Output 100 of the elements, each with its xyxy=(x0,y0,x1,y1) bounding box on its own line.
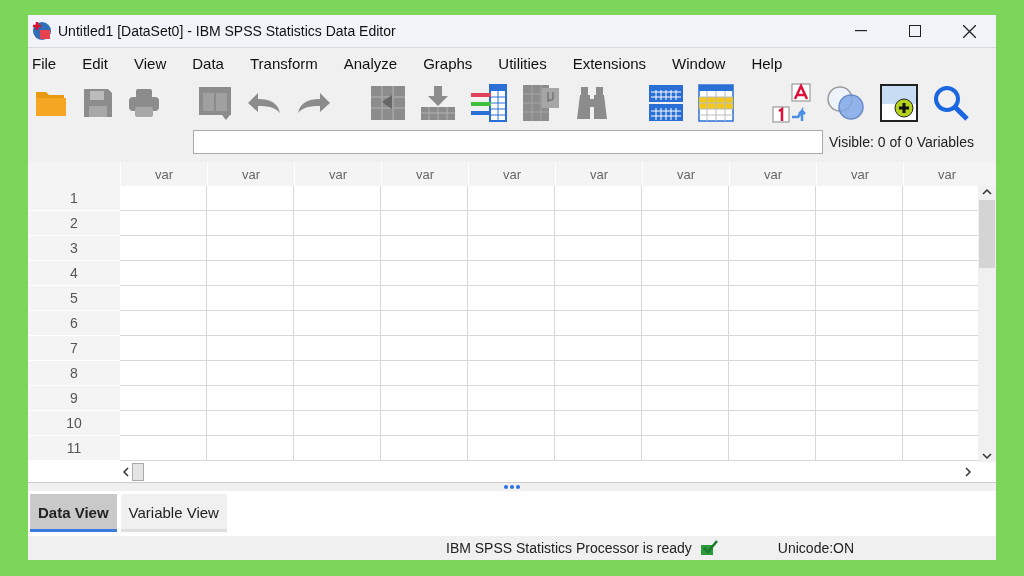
table-cell[interactable] xyxy=(468,411,555,437)
table-cell[interactable] xyxy=(120,236,207,262)
table-cell[interactable] xyxy=(816,336,903,362)
row-number[interactable]: 7 xyxy=(28,336,120,362)
row-number[interactable]: 4 xyxy=(28,261,120,287)
row-number[interactable]: 5 xyxy=(28,286,120,312)
table-cell[interactable] xyxy=(294,411,381,437)
table-cell[interactable] xyxy=(120,211,207,237)
table-cell[interactable] xyxy=(555,361,642,387)
splitter-handle-icon[interactable] xyxy=(504,485,520,490)
table-cell[interactable] xyxy=(120,361,207,387)
table-cell[interactable] xyxy=(120,386,207,412)
table-cell[interactable] xyxy=(294,211,381,237)
table-cell[interactable] xyxy=(729,336,816,362)
scroll-thumb[interactable] xyxy=(979,200,995,269)
table-cell[interactable] xyxy=(381,411,468,437)
view-tab[interactable]: Variable View xyxy=(120,494,227,533)
search-icon[interactable] xyxy=(932,83,970,122)
table-cell[interactable] xyxy=(816,286,903,312)
table-cell[interactable] xyxy=(381,261,468,287)
menu-item[interactable]: Utilities xyxy=(496,55,561,73)
row-number[interactable]: 3 xyxy=(28,236,120,262)
menu-item[interactable]: Help xyxy=(749,55,797,73)
table-cell[interactable] xyxy=(468,186,555,212)
table-cell[interactable] xyxy=(468,236,555,262)
table-cell[interactable] xyxy=(381,186,468,212)
menu-item[interactable]: File xyxy=(30,55,71,73)
table-cell[interactable] xyxy=(381,236,468,262)
table-cell[interactable] xyxy=(207,361,294,387)
menu-item[interactable]: Analyze xyxy=(341,55,412,73)
table-cell[interactable] xyxy=(642,186,729,212)
table-cell[interactable] xyxy=(207,436,294,462)
table-cell[interactable] xyxy=(642,386,729,412)
menu-item[interactable]: Extensions xyxy=(570,55,661,73)
scroll-thumb[interactable] xyxy=(132,463,144,482)
table-cell[interactable] xyxy=(816,436,903,462)
menu-item[interactable]: Window xyxy=(670,55,740,73)
table-cell[interactable] xyxy=(294,336,381,362)
row-number[interactable]: 1 xyxy=(28,186,120,212)
table-cell[interactable] xyxy=(816,261,903,287)
table-cell[interactable] xyxy=(729,361,816,387)
table-cell[interactable] xyxy=(381,361,468,387)
table-cell[interactable] xyxy=(642,236,729,262)
table-cell[interactable] xyxy=(381,336,468,362)
row-number[interactable]: 9 xyxy=(28,386,120,412)
table-cell[interactable] xyxy=(642,336,729,362)
table-cell[interactable] xyxy=(642,211,729,237)
table-cell[interactable] xyxy=(294,386,381,412)
table-cell[interactable] xyxy=(207,211,294,237)
table-cell[interactable] xyxy=(555,236,642,262)
table-cell[interactable] xyxy=(207,261,294,287)
row-number[interactable]: 6 xyxy=(28,311,120,337)
table-cell[interactable] xyxy=(294,236,381,262)
table-cell[interactable] xyxy=(642,311,729,337)
table-cell[interactable] xyxy=(729,236,816,262)
table-cell[interactable] xyxy=(207,336,294,362)
row-number[interactable]: 10 xyxy=(28,411,120,437)
table-cell[interactable] xyxy=(555,436,642,462)
table-cell[interactable] xyxy=(381,386,468,412)
table-cell[interactable] xyxy=(555,261,642,287)
table-cell[interactable] xyxy=(120,336,207,362)
table-cell[interactable] xyxy=(468,311,555,337)
table-cell[interactable] xyxy=(816,411,903,437)
table-cell[interactable] xyxy=(381,211,468,237)
table-cell[interactable] xyxy=(642,261,729,287)
table-cell[interactable] xyxy=(294,311,381,337)
table-cell[interactable] xyxy=(468,386,555,412)
table-cell[interactable] xyxy=(468,436,555,462)
vertical-scrollbar[interactable] xyxy=(978,186,996,463)
table-icon[interactable] xyxy=(648,83,684,122)
circles-icon[interactable] xyxy=(826,84,866,121)
table-cell[interactable] xyxy=(120,436,207,462)
table-cell[interactable] xyxy=(555,311,642,337)
table-cell[interactable] xyxy=(381,311,468,337)
table-cell[interactable] xyxy=(468,336,555,362)
table-cell[interactable] xyxy=(555,286,642,312)
table-cell[interactable] xyxy=(294,261,381,287)
table-cell[interactable] xyxy=(120,261,207,287)
menu-item[interactable]: Edit xyxy=(80,55,123,73)
row-number[interactable]: 11 xyxy=(28,436,120,462)
table-cell[interactable] xyxy=(729,386,816,412)
table-cell[interactable] xyxy=(729,211,816,237)
table-cell[interactable] xyxy=(120,311,207,337)
table-cell[interactable] xyxy=(555,186,642,212)
table-cell[interactable] xyxy=(207,236,294,262)
table-cell[interactable] xyxy=(816,311,903,337)
table-cell[interactable] xyxy=(729,186,816,212)
table-cell[interactable] xyxy=(555,411,642,437)
table-cell[interactable] xyxy=(294,186,381,212)
table-cell[interactable] xyxy=(729,436,816,462)
table-icon[interactable] xyxy=(698,83,734,122)
value-labels-icon[interactable] xyxy=(772,82,812,123)
row-number[interactable]: 2 xyxy=(28,211,120,237)
table-cell[interactable] xyxy=(120,286,207,312)
table-cell[interactable] xyxy=(816,361,903,387)
table-cell[interactable] xyxy=(381,436,468,462)
table-cell[interactable] xyxy=(468,361,555,387)
menu-item[interactable]: Data xyxy=(190,55,238,73)
table-cell[interactable] xyxy=(207,311,294,337)
table-cell[interactable] xyxy=(468,286,555,312)
